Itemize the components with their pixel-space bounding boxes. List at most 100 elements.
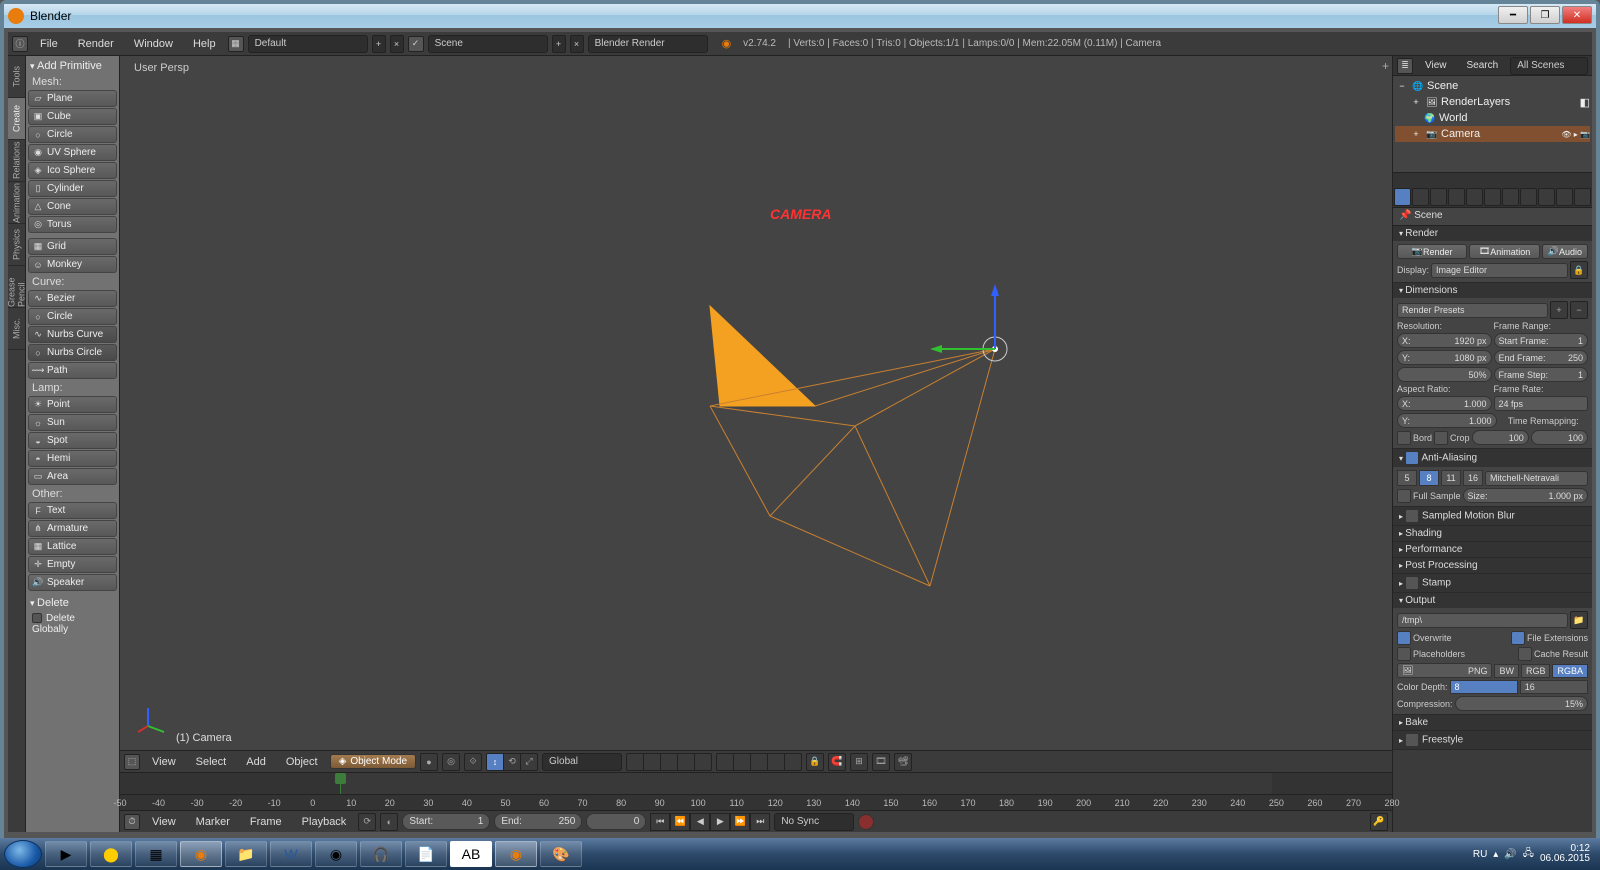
autokey-toggle[interactable]	[858, 814, 874, 830]
scene-add[interactable]: +	[552, 35, 566, 53]
vtab-relations[interactable]: Relations	[8, 140, 25, 182]
expand-icon[interactable]: +	[1409, 97, 1423, 107]
panel-freestyle[interactable]: Freestyle	[1393, 731, 1592, 749]
rgb-button[interactable]: RGB	[1521, 664, 1551, 678]
keyframe-next[interactable]: ⏩	[730, 813, 750, 831]
tab-modifiers[interactable]	[1502, 188, 1519, 206]
placeholders-check[interactable]	[1397, 647, 1411, 661]
current-frame[interactable]: 0	[586, 813, 646, 830]
add-empty[interactable]: ✛Empty	[28, 556, 117, 573]
add-hemi[interactable]: ◓Hemi	[28, 450, 117, 467]
tray-volume-icon[interactable]: 🔊	[1504, 849, 1516, 860]
taskbar-app5[interactable]: AB	[450, 841, 492, 867]
taskbar-app4[interactable]: 📄	[405, 841, 447, 867]
snap-toggle[interactable]: 🧲	[828, 753, 846, 771]
res-y[interactable]: Y:1080 px	[1397, 350, 1492, 365]
jump-start[interactable]: ⏮	[650, 813, 670, 831]
panel-dimensions[interactable]: Dimensions	[1393, 283, 1592, 298]
restrict-icon[interactable]: ◧	[1580, 96, 1590, 109]
scene-icon[interactable]: ✓	[408, 36, 424, 52]
add-curve-circle[interactable]: ○Circle	[28, 308, 117, 325]
crop-check[interactable]	[1434, 431, 1448, 445]
preset-del[interactable]: −	[1570, 301, 1588, 319]
vtab-misc[interactable]: Misc.	[8, 308, 25, 350]
tab-scene[interactable]	[1430, 188, 1447, 206]
remap-old[interactable]: 100	[1472, 430, 1529, 445]
panel-shading[interactable]: Shading	[1393, 526, 1592, 541]
panel-bake[interactable]: Bake	[1393, 715, 1592, 730]
full-sample-check[interactable]	[1397, 489, 1411, 503]
tab-render-layers[interactable]	[1412, 188, 1429, 206]
snap-type[interactable]: ⊞	[850, 753, 868, 771]
aa-16[interactable]: 16	[1463, 470, 1483, 486]
add-nurbs-curve[interactable]: ∿Nurbs Curve	[28, 326, 117, 343]
bw-button[interactable]: BW	[1494, 664, 1519, 678]
tl-toggle-b[interactable]: ◐	[380, 813, 398, 831]
add-point[interactable]: ☀Point	[28, 396, 117, 413]
taskbar-explorer[interactable]: 📁	[225, 841, 267, 867]
vp-menu-add[interactable]: Add	[238, 754, 274, 770]
tree-camera[interactable]: +📷Camera👁 ▸ 📷	[1395, 126, 1590, 142]
visibility-icons[interactable]: 👁 ▸ 📷	[1561, 130, 1590, 139]
engine-dropdown[interactable]: Blender Render	[588, 35, 708, 53]
aspect-x[interactable]: X:1.000	[1397, 396, 1492, 411]
manip-scale[interactable]: ⤢	[520, 753, 538, 771]
frame-start[interactable]: Start Frame:1	[1494, 333, 1589, 348]
depth-8[interactable]: 8	[1450, 680, 1518, 694]
add-uvsphere[interactable]: ◉UV Sphere	[28, 144, 117, 161]
depth-16[interactable]: 16	[1520, 680, 1588, 694]
viewport-expand[interactable]: +	[1382, 59, 1389, 73]
layout-add[interactable]: +	[372, 35, 386, 53]
render-button[interactable]: 📷 Render	[1397, 244, 1467, 259]
taskbar[interactable]: ▶ ⬤ ▦ ◉ 📁 W ◉ 🎧 📄 AB ◉ 🎨 RU ▴ 🔊 🖧 0:12 0…	[0, 838, 1600, 870]
delete-globally-check[interactable]	[32, 613, 42, 623]
tree-world[interactable]: 🌍World	[1395, 110, 1590, 126]
editor-type-icon[interactable]: ⓘ	[12, 36, 28, 52]
taskbar-app3[interactable]: 🎧	[360, 841, 402, 867]
minimize-button[interactable]: ━	[1498, 6, 1528, 24]
panel-output[interactable]: Output	[1393, 593, 1592, 608]
taskbar-mediaplayer[interactable]: ▶	[45, 841, 87, 867]
browse-folder[interactable]: 📁	[1570, 611, 1588, 629]
panel-motionblur[interactable]: Sampled Motion Blur	[1393, 507, 1592, 525]
taskbar-chrome[interactable]: ◉	[315, 841, 357, 867]
menu-file[interactable]: File	[32, 36, 66, 52]
vp-menu-view[interactable]: View	[144, 754, 184, 770]
compression[interactable]: 15%	[1455, 696, 1588, 711]
manip-toggle[interactable]: ⟐	[464, 753, 482, 771]
tab-constraints[interactable]	[1484, 188, 1501, 206]
tab-world[interactable]	[1448, 188, 1465, 206]
tab-texture[interactable]	[1556, 188, 1573, 206]
overwrite-check[interactable]	[1397, 631, 1411, 645]
play-forward[interactable]: ▶	[710, 813, 730, 831]
cache-check[interactable]	[1518, 647, 1532, 661]
ext-check[interactable]	[1511, 631, 1525, 645]
border-check[interactable]	[1397, 431, 1411, 445]
layout-icon[interactable]: ▦	[228, 36, 244, 52]
add-monkey[interactable]: ☺Monkey	[28, 256, 117, 273]
format-dropdown[interactable]: 🖼 PNG	[1397, 663, 1492, 678]
tl-menu-frame[interactable]: Frame	[242, 814, 290, 830]
tree-scene[interactable]: −🌐Scene	[1395, 78, 1590, 94]
outliner-search[interactable]: Search	[1459, 58, 1507, 73]
outliner-view[interactable]: View	[1417, 58, 1455, 73]
panel-performance[interactable]: Performance	[1393, 542, 1592, 557]
tray-network-icon[interactable]: 🖧	[1523, 846, 1534, 863]
aa-5[interactable]: 5	[1397, 470, 1417, 486]
pivot-dropdown[interactable]: ◎	[442, 753, 460, 771]
add-nurbs-circle[interactable]: ○Nurbs Circle	[28, 344, 117, 361]
expand-icon[interactable]: −	[1395, 81, 1409, 91]
add-grid[interactable]: ▦Grid	[28, 238, 117, 255]
add-plane[interactable]: ▱Plane	[28, 90, 117, 107]
lock-interface[interactable]: 🔒	[1570, 261, 1588, 279]
outliner-tree[interactable]: −🌐Scene +🖼RenderLayers◧ 🌍World +📷Camera👁…	[1393, 76, 1592, 172]
tab-data[interactable]	[1520, 188, 1537, 206]
vtab-create[interactable]: Create	[8, 98, 25, 140]
scene-dropdown[interactable]: Scene	[428, 35, 548, 53]
tl-menu-view[interactable]: View	[144, 814, 184, 830]
menu-render[interactable]: Render	[70, 36, 122, 52]
outliner-filter[interactable]: All Scenes	[1510, 57, 1588, 75]
vtab-physics[interactable]: Physics	[8, 224, 25, 266]
tree-renderlayers[interactable]: +🖼RenderLayers◧	[1395, 94, 1590, 110]
add-icosphere[interactable]: ◈Ico Sphere	[28, 162, 117, 179]
